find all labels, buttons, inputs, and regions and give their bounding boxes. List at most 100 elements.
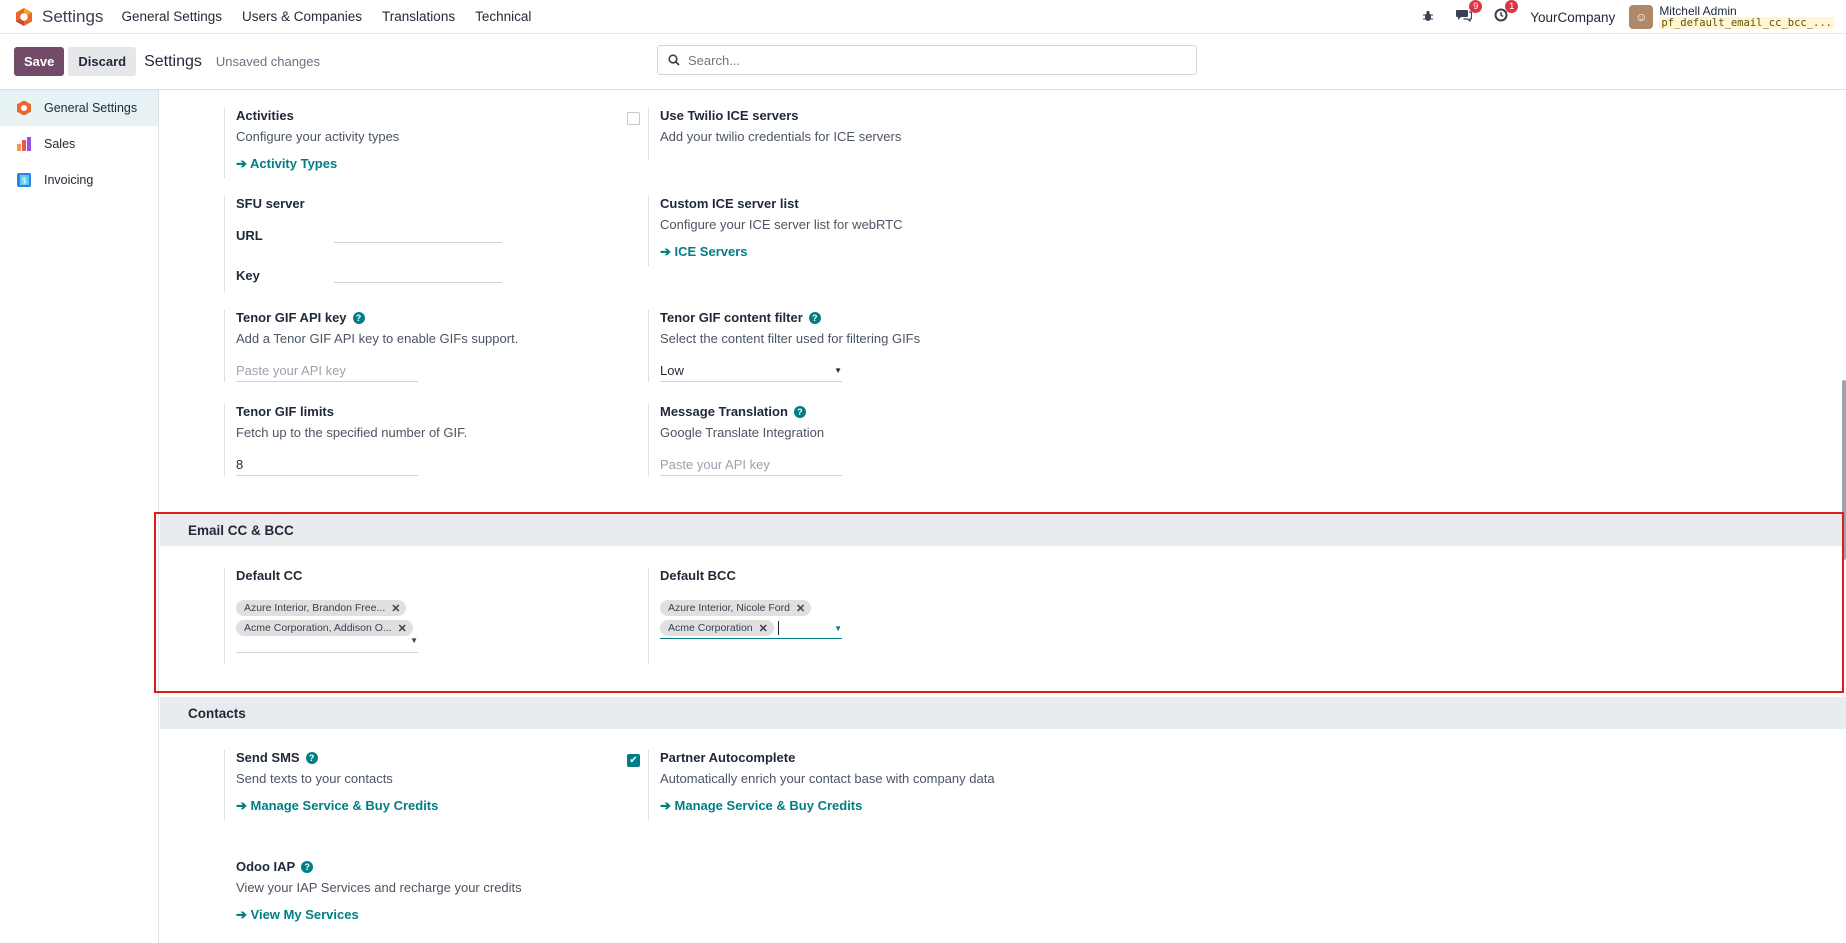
activity-types-link[interactable]: ➔ Activity Types <box>236 156 337 172</box>
tag-label: Acme Corporation <box>668 622 753 634</box>
tag-label: Acme Corporation, Addison O... <box>244 622 392 634</box>
partner-autocomplete-checkbox[interactable]: ✔ <box>627 754 640 767</box>
autocomplete-manage-credits-link[interactable]: ➔ Manage Service & Buy Credits <box>660 798 862 814</box>
setting-tenor-limits: Tenor GIF limits Fetch up to the specifi… <box>224 404 604 476</box>
sidebar-item-invoicing[interactable]: $ Invoicing <box>0 162 158 198</box>
setting-title: Tenor GIF API key <box>236 310 347 325</box>
setting-title: Default CC <box>236 568 303 583</box>
caret-down-icon[interactable]: ▼ <box>834 624 842 633</box>
setting-title: Default BCC <box>660 568 736 583</box>
menu-technical[interactable]: Technical <box>475 9 531 24</box>
text-cursor[interactable] <box>777 621 779 635</box>
setting-title: Use Twilio ICE servers <box>660 108 799 123</box>
search-icon <box>668 54 680 66</box>
page-title: Settings <box>144 52 202 70</box>
section-title: Contacts <box>188 705 246 721</box>
default-bcc-field[interactable]: Azure Interior, Nicole Ford ✕ Acme Corpo… <box>660 599 842 639</box>
link-label: Manage Service & Buy Credits <box>674 798 863 813</box>
sidebar-item-general-settings[interactable]: General Settings <box>0 90 158 126</box>
help-icon[interactable]: ? <box>808 312 821 324</box>
setting-description: Configure your ICE server list for webRT… <box>660 217 903 232</box>
unsaved-status: Unsaved changes <box>215 54 320 69</box>
setting-default-cc: Default CC Azure Interior, Brandon Free.… <box>224 568 604 664</box>
twilio-checkbox[interactable] <box>627 112 640 125</box>
menu-users-companies[interactable]: Users & Companies <box>242 9 362 24</box>
menu-general-settings[interactable]: General Settings <box>121 9 222 24</box>
setting-sfu-server: SFU server URL Key <box>224 196 604 292</box>
settings-sidebar: General Settings Sales $ Invoicing <box>0 90 159 943</box>
control-panel: Save Discard Settings Unsaved changes <box>0 34 1846 90</box>
sms-manage-credits-link[interactable]: ➔ Manage Service & Buy Credits <box>236 798 438 814</box>
user-menu[interactable]: Mitchell Admin pf_default_email_cc_bcc_.… <box>1659 5 1834 29</box>
setting-description: Select the content filter used for filte… <box>660 331 921 346</box>
avatar[interactable]: ☺ <box>1629 5 1654 29</box>
setting-tenor-content-filter: Tenor GIF content filter? Select the con… <box>648 310 1048 382</box>
section-header-contacts: Contacts <box>160 697 1846 729</box>
ice-servers-link[interactable]: ➔ ICE Servers <box>660 244 748 260</box>
section-header-email-cc-bcc: Email CC & BCC <box>160 514 1846 546</box>
menu-translations[interactable]: Translations <box>382 9 455 24</box>
systray: 9 1 YourCompany ☺ Mitchell Admin pf_defa… <box>1422 0 1846 34</box>
scrollbar[interactable] <box>1842 380 1846 560</box>
help-icon[interactable]: ? <box>352 312 365 324</box>
help-icon[interactable]: ? <box>301 861 314 873</box>
setting-twilio: Use Twilio ICE servers Add your twilio c… <box>648 108 1048 160</box>
setting-default-bcc: Default BCC Azure Interior, Nicole Ford … <box>648 568 1048 664</box>
discard-button[interactable]: Discard <box>68 47 137 76</box>
select-value: Low <box>660 363 684 378</box>
view-my-services-link[interactable]: ➔ View My Services <box>236 907 359 923</box>
default-cc-field[interactable]: Azure Interior, Brandon Free... ✕ Acme C… <box>236 599 418 653</box>
tenor-filter-select[interactable]: Low ▼ <box>660 360 842 382</box>
arrow-right-icon: ➔ <box>660 244 675 259</box>
remove-tag-icon[interactable]: ✕ <box>796 602 805 615</box>
setting-title: Partner Autocomplete <box>660 750 796 765</box>
chat-icon[interactable]: 9 <box>1456 0 1483 26</box>
key-label: Key <box>236 268 260 283</box>
sales-icon <box>17 137 31 151</box>
setting-title: Tenor GIF content filter <box>660 310 803 325</box>
setting-title: Activities <box>236 108 294 123</box>
remove-tag-icon[interactable]: ✕ <box>398 622 407 635</box>
setting-description: Fetch up to the specified number of GIF. <box>236 425 468 440</box>
arrow-right-icon: ➔ <box>236 156 251 171</box>
remove-tag-icon[interactable]: ✕ <box>391 602 400 615</box>
setting-description: Add your twilio credentials for ICE serv… <box>660 129 902 144</box>
setting-activities: Activities Configure your activity types… <box>224 108 604 178</box>
caret-down-icon[interactable]: ▼ <box>236 636 418 646</box>
setting-description: Configure your activity types <box>236 129 400 144</box>
sidebar-item-sales[interactable]: Sales <box>0 126 158 162</box>
save-button[interactable]: Save <box>14 47 65 76</box>
search-box[interactable] <box>657 45 1197 75</box>
link-label: Manage Service & Buy Credits <box>250 798 439 813</box>
company-switcher[interactable]: YourCompany <box>1530 10 1615 25</box>
arrow-right-icon: ➔ <box>660 798 675 813</box>
remove-tag-icon[interactable]: ✕ <box>759 622 768 635</box>
link-label: ICE Servers <box>674 244 748 259</box>
sfu-key-input[interactable] <box>334 265 502 283</box>
setting-title: Odoo IAP <box>236 859 296 874</box>
setting-description: Send texts to your contacts <box>236 771 393 786</box>
setting-odoo-iap: Odoo IAP? View your IAP Services and rec… <box>224 859 604 923</box>
sfu-url-input[interactable] <box>334 225 502 243</box>
translation-api-key-input[interactable]: Paste your API key <box>660 454 842 476</box>
tenor-api-key-input[interactable]: Paste your API key <box>236 360 418 382</box>
search-input[interactable] <box>688 52 1168 68</box>
app-name[interactable]: Settings <box>42 7 103 27</box>
bcc-tag: Azure Interior, Nicole Ford ✕ <box>660 600 812 616</box>
top-navbar: Settings General Settings Users & Compan… <box>0 0 1846 34</box>
setting-description: Add a Tenor GIF API key to enable GIFs s… <box>236 331 519 346</box>
tenor-limits-input[interactable]: 8 <box>236 454 418 476</box>
clock-icon[interactable]: 1 <box>1494 0 1519 26</box>
setting-title: SFU server <box>236 196 305 211</box>
sidebar-item-label: General Settings <box>44 101 138 115</box>
help-icon[interactable]: ? <box>305 752 318 764</box>
arrow-right-icon: ➔ <box>236 907 251 922</box>
setting-title: Custom ICE server list <box>660 196 799 211</box>
odoo-logo-icon[interactable] <box>14 7 34 27</box>
help-icon[interactable]: ? <box>793 406 806 418</box>
bug-icon[interactable] <box>1422 9 1434 26</box>
bcc-tag: Acme Corporation ✕ <box>660 620 774 636</box>
database-name: pf_default_email_cc_bcc_... <box>1659 17 1834 29</box>
user-name: Mitchell Admin <box>1659 4 1737 18</box>
setting-tenor-api-key: Tenor GIF API key? Add a Tenor GIF API k… <box>224 310 604 382</box>
